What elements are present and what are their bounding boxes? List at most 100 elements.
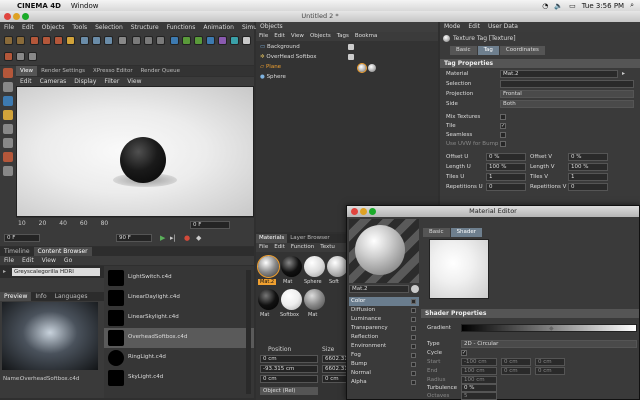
play-icon[interactable]: ▶ xyxy=(160,234,165,242)
viewport-menu-filter[interactable]: Filter xyxy=(100,77,123,86)
channel-checkbox[interactable] xyxy=(411,326,416,331)
material-preview[interactable] xyxy=(349,219,419,283)
channel-reflection[interactable]: Reflection xyxy=(349,333,419,342)
deformer-icon[interactable] xyxy=(218,36,227,45)
channel-luminance[interactable]: Luminance xyxy=(349,315,419,324)
spotlight-icon[interactable]: ⌕ xyxy=(630,1,634,10)
type-dropdown[interactable]: 2D - Circular xyxy=(461,340,637,348)
locked-workplane-icon[interactable] xyxy=(3,166,13,176)
minimize-window-button[interactable] xyxy=(360,208,367,215)
tab-basic[interactable]: Basic xyxy=(450,46,477,55)
start-z-field[interactable]: 0 cm xyxy=(535,358,565,366)
menu-structure[interactable]: Structure xyxy=(127,24,163,31)
channel-checkbox[interactable] xyxy=(411,308,416,313)
turbulence-field[interactable]: 0 % xyxy=(461,384,497,392)
mat-menu-function[interactable]: Function xyxy=(288,243,317,252)
channel-checkbox[interactable] xyxy=(411,362,416,367)
obj-menu-tags[interactable]: Tags xyxy=(334,32,352,41)
cb-menu-edit[interactable]: Edit xyxy=(18,256,38,265)
preview-options-icon[interactable] xyxy=(411,285,419,293)
material-swatch[interactable] xyxy=(304,289,325,310)
rotate-icon[interactable] xyxy=(66,36,75,45)
mat-menu-file[interactable]: File xyxy=(256,243,271,252)
channel-alpha[interactable]: Alpha xyxy=(349,378,419,387)
menu-edit[interactable]: Edit xyxy=(18,24,38,31)
object-row-background[interactable]: ▭ Background xyxy=(260,43,300,52)
coordinate-system-icon[interactable] xyxy=(118,36,127,45)
object-row-softbox[interactable]: ✲ OverHead Softbox xyxy=(260,53,317,62)
mat-menu-texture[interactable]: Textu xyxy=(317,243,338,252)
live-selection-icon[interactable] xyxy=(30,36,39,45)
points-mode-icon[interactable] xyxy=(3,68,13,78)
channel-checkbox[interactable] xyxy=(411,353,416,358)
coordinate-mode-dropdown[interactable]: Object (Rel) xyxy=(260,387,318,395)
current-frame-field[interactable]: 0 F xyxy=(190,221,230,229)
model-mode-icon[interactable] xyxy=(16,52,25,61)
channel-checkbox[interactable] xyxy=(411,299,416,304)
camera-icon[interactable] xyxy=(242,36,251,45)
material-field[interactable]: Mat.2 xyxy=(500,70,618,78)
material-swatch[interactable] xyxy=(327,256,348,277)
tab-timeline[interactable]: Timeline xyxy=(0,247,34,256)
edges-mode-icon[interactable] xyxy=(3,82,13,92)
tab-shader[interactable]: Shader xyxy=(450,228,483,237)
seamless-checkbox[interactable] xyxy=(500,132,506,138)
end-frame-field[interactable]: 90 F xyxy=(116,234,152,242)
tiles-u-field[interactable]: 1 xyxy=(486,173,526,181)
size-y-field[interactable]: 6602.31 xyxy=(322,365,348,373)
cb-menu-view[interactable]: View xyxy=(38,256,60,265)
list-item[interactable]: RingLight.c4d xyxy=(104,348,254,368)
menu-animation[interactable]: Animation xyxy=(199,24,238,31)
material-swatch[interactable] xyxy=(281,256,302,277)
tab-xpresso-editor[interactable]: XPresso Editor xyxy=(89,66,137,76)
gradient-knot[interactable]: ◆ xyxy=(549,325,554,332)
scene-icon[interactable] xyxy=(230,36,239,45)
attr-menu-edit[interactable]: Edit xyxy=(464,22,484,32)
tab-languages[interactable]: Languages xyxy=(51,292,92,301)
close-window-button[interactable] xyxy=(4,13,11,20)
wifi-icon[interactable]: ◔ xyxy=(542,2,548,10)
menu-file[interactable]: File xyxy=(0,24,18,31)
tab-materials[interactable]: Materials xyxy=(256,234,288,243)
obj-menu-bookmarks[interactable]: Bookma xyxy=(352,32,380,41)
viewport-menu-cameras[interactable]: Cameras xyxy=(36,77,71,86)
start-frame-field[interactable]: 0 F xyxy=(4,234,40,242)
attr-menu-user-data[interactable]: User Data xyxy=(484,22,522,32)
sphere-object[interactable] xyxy=(120,137,166,183)
selection-field[interactable] xyxy=(500,80,634,88)
position-x-field[interactable]: 0 cm xyxy=(260,355,318,363)
volume-icon[interactable]: 🔈 xyxy=(554,2,563,10)
tab-render-settings[interactable]: Render Settings xyxy=(37,66,89,76)
texture-mode-icon[interactable] xyxy=(28,52,37,61)
channel-checkbox[interactable] xyxy=(411,380,416,385)
scale-icon[interactable] xyxy=(54,36,63,45)
material-swatch[interactable] xyxy=(304,256,325,277)
channel-checkbox[interactable] xyxy=(411,344,416,349)
redo-icon[interactable] xyxy=(16,36,25,45)
list-item[interactable]: LinearSkylight.c4d xyxy=(104,308,254,328)
start-x-field[interactable]: -100 cm xyxy=(461,358,497,366)
object-row-plane[interactable]: ▱ Plane xyxy=(260,63,281,72)
channel-color[interactable]: Color xyxy=(349,297,419,306)
material-link-icon[interactable]: ▸ xyxy=(622,70,625,77)
end-x-field[interactable]: 100 cm xyxy=(461,367,497,375)
start-y-field[interactable]: 0 cm xyxy=(501,358,531,366)
viewport-menu-edit[interactable]: Edit xyxy=(16,77,36,86)
channel-checkbox[interactable] xyxy=(411,335,416,340)
render-picture-icon[interactable] xyxy=(144,36,153,45)
mat-menu-edit[interactable]: Edit xyxy=(271,243,288,252)
tab-view[interactable]: View xyxy=(16,66,38,76)
viewport-canvas[interactable] xyxy=(16,86,254,217)
channel-fog[interactable]: Fog xyxy=(349,351,419,360)
snapping-icon[interactable] xyxy=(3,152,13,162)
attr-menu-mode[interactable]: Mode xyxy=(440,22,464,32)
list-scrollbar[interactable] xyxy=(246,270,251,394)
workplane-icon[interactable] xyxy=(3,138,13,148)
menu-objects[interactable]: Objects xyxy=(38,24,69,31)
side-dropdown[interactable]: Both xyxy=(500,100,634,108)
length-v-field[interactable]: 100 % xyxy=(568,163,608,171)
tiles-v-field[interactable]: 1 xyxy=(568,173,608,181)
channel-checkbox[interactable] xyxy=(411,371,416,376)
zoom-window-button[interactable] xyxy=(369,208,376,215)
record-icon[interactable]: ● xyxy=(184,234,190,242)
